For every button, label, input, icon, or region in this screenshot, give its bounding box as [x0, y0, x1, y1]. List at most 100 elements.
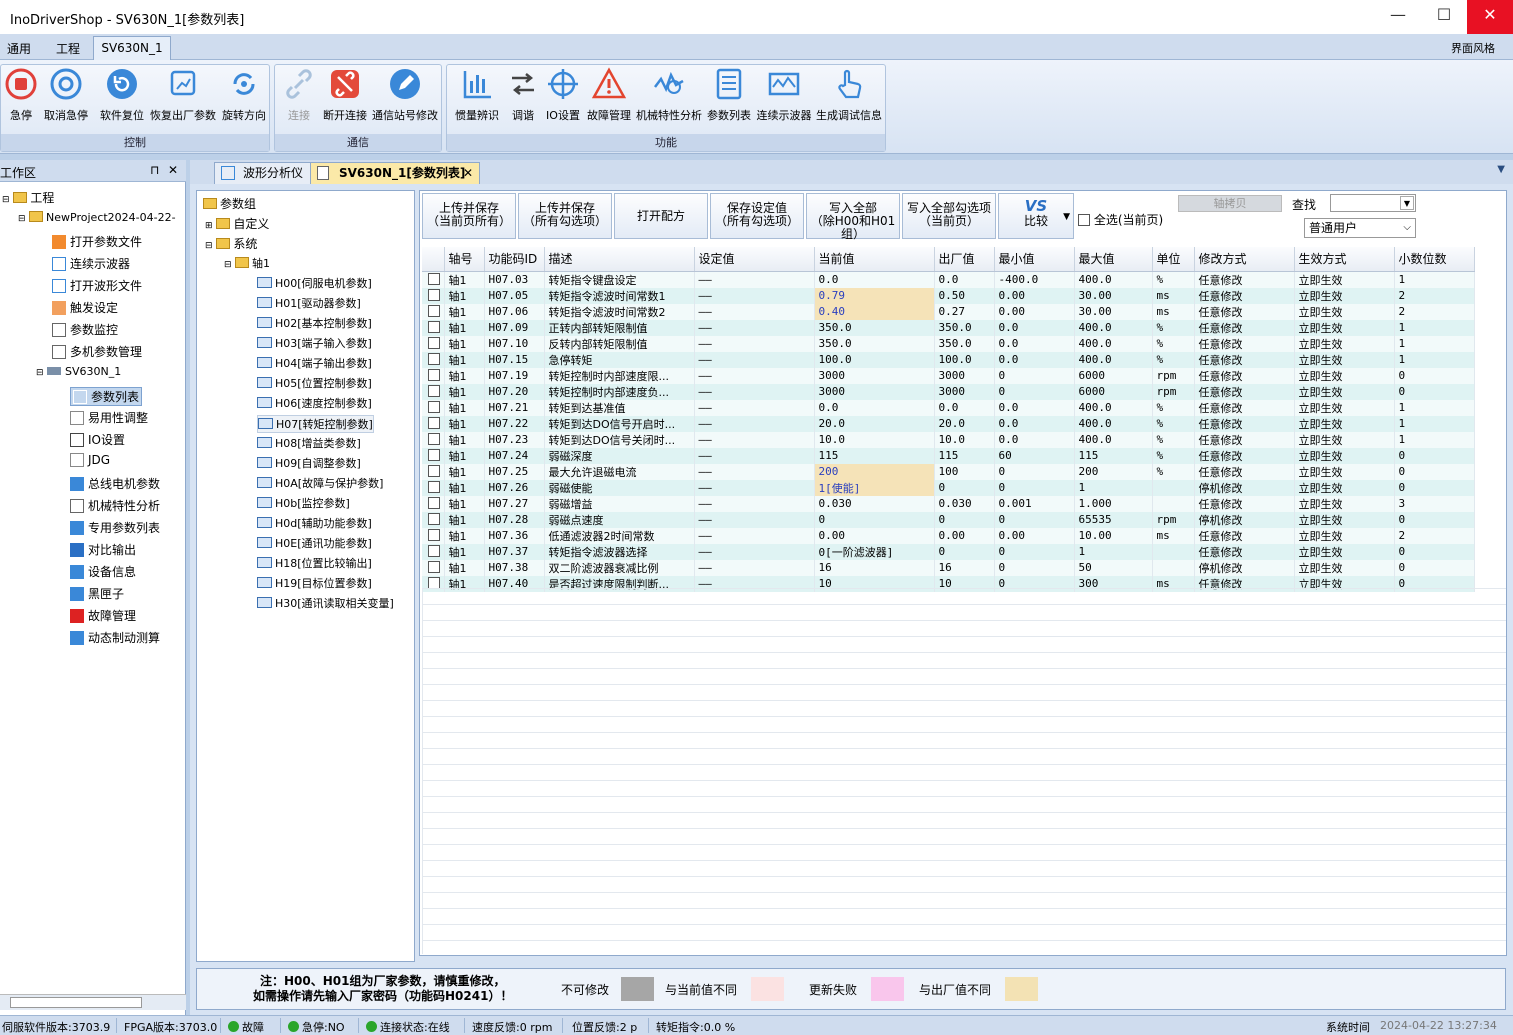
table-cell[interactable]: 0.00	[814, 527, 935, 544]
row-checkbox-cell[interactable]	[422, 559, 445, 576]
checkbox-icon[interactable]	[428, 321, 440, 333]
table-row[interactable]: 轴1 H07.21 转矩到达基准值 —— 0.0 0.0 0.0 400.0% 任意修改 立即生效…	[422, 399, 1475, 416]
table-row[interactable]: 轴1 H07.22 转矩到达DO信号开启时... —— 20.0 20.0 0.0 400.0…	[422, 415, 1475, 432]
checkbox-icon[interactable]	[428, 529, 440, 541]
tree-device-item[interactable]: JDG	[70, 453, 110, 467]
checkbox-icon[interactable]	[428, 305, 440, 317]
table-row[interactable]: 轴1 H07.15 急停转矩 —— 100.0 100.0 0.0 400.0% 任意修改 立即生…	[422, 351, 1475, 368]
tree-param-group[interactable]: H00[伺服电机参数]	[257, 275, 372, 291]
checkbox-icon[interactable]	[428, 369, 440, 381]
tree-item-scope[interactable]: 连续示波器	[52, 255, 130, 272]
table-row[interactable]: 轴1 H07.26 弱磁使能 —— 1[使能] 0 0 1 停机修改 立即生效 0	[422, 479, 1475, 496]
checkbox-icon[interactable]	[428, 497, 440, 509]
close-panel-icon[interactable]: ✕	[168, 163, 178, 177]
tree-param-group[interactable]: H18[位置比较输出]	[257, 555, 372, 571]
checkbox-icon[interactable]	[428, 417, 440, 429]
tree-device-item[interactable]: 易用性调整	[70, 409, 148, 426]
checkbox-icon[interactable]	[428, 401, 440, 413]
tree-param-group[interactable]: H09[自调整参数]	[257, 455, 361, 471]
table-cell[interactable]: 20.0	[814, 415, 935, 432]
column-header[interactable]: 单位	[1152, 247, 1195, 272]
continuous-scope-button[interactable]: 连续示波器	[755, 67, 813, 129]
row-checkbox-cell[interactable]	[422, 415, 445, 432]
tree-device-item[interactable]: IO设置	[70, 431, 125, 448]
column-header[interactable]: 生效方式	[1294, 247, 1395, 272]
horizontal-scrollbar[interactable]	[0, 994, 186, 1010]
tab-list-dropdown-icon[interactable]: ▼	[1497, 164, 1505, 175]
rotation-direction-button[interactable]: 旋转方向	[219, 67, 269, 129]
column-header[interactable]: 最小值	[994, 247, 1075, 272]
table-row[interactable]: 轴1 H07.09 正转内部转矩限制值 —— 350.0 350.0 0.0 400.0% 任意…	[422, 319, 1475, 336]
menu-project[interactable]: 工程	[56, 40, 80, 57]
table-cell[interactable]: 0.0	[814, 399, 935, 416]
tree-device-item[interactable]: 动态制动测算	[70, 629, 160, 646]
tree-param-group[interactable]: H07[转矩控制参数]	[257, 415, 374, 433]
table-cell[interactable]: 16	[814, 559, 935, 576]
param-list-button[interactable]: 参数列表	[705, 67, 753, 129]
checkbox-icon[interactable]	[428, 449, 440, 461]
tree-param-group[interactable]: H05[位置控制参数]	[257, 375, 372, 391]
table-row[interactable]: 轴1 H07.19 转矩控制时内部速度限... —— 3000 3000 0 6000 rpm 任…	[422, 367, 1475, 384]
row-checkbox-cell[interactable]	[422, 527, 445, 544]
mech-analysis-button[interactable]: 机械特性分析	[635, 67, 703, 129]
scrollbar-thumb[interactable]	[10, 997, 142, 1008]
tree-param-group[interactable]: H0b[监控参数]	[257, 495, 350, 511]
column-header[interactable]: 描述	[544, 247, 695, 272]
ui-style-menu[interactable]: 界面风格	[1451, 40, 1495, 56]
fault-manage-button[interactable]: 故障管理	[585, 67, 633, 129]
table-row[interactable]: 轴1 H07.28 弱磁点速度 —— 0 0 0 65535 rpm 停机修改 立即生效 0	[422, 511, 1475, 528]
table-row[interactable]: 轴1 H07.38 双二阶滤波器衰减比例 —— 16 16 0 50 停机修改 立即生效 0	[422, 559, 1475, 576]
user-level-select[interactable]: 普通用户 ⌵	[1304, 218, 1416, 238]
row-checkbox-cell[interactable]	[422, 383, 445, 400]
row-checkbox-cell[interactable]	[422, 495, 445, 512]
row-checkbox-cell[interactable]	[422, 543, 445, 560]
upload-save-checked-button[interactable]: 上传并保存 （所有勾选项）	[518, 193, 612, 239]
tree-device-item[interactable]: 设备信息	[70, 563, 136, 580]
tree-device-node[interactable]: ⊟ SV630N_1	[36, 365, 121, 378]
column-header[interactable]: 功能码ID	[484, 247, 545, 272]
table-cell[interactable]: 0.030	[814, 495, 935, 512]
table-row[interactable]: 轴1 H07.10 反转内部转矩限制值 —— 350.0 350.0 0.0 400.0% 任意…	[422, 335, 1475, 352]
table-row[interactable]: 轴1 H07.25 最大允许退磁电流 —— 200 100 0 200% 任意修改 立即生效 0	[422, 463, 1475, 480]
tree-item-open-param-file[interactable]: 打开参数文件	[52, 233, 142, 250]
tree-device-item[interactable]: 对比输出	[70, 541, 136, 558]
tab-param-list[interactable]: SV630N_1[参数列表] ✕	[310, 162, 480, 184]
tree-param-group[interactable]: H19[目标位置参数]	[257, 575, 372, 591]
row-checkbox-cell[interactable]	[422, 287, 445, 304]
row-checkbox-cell[interactable]	[422, 511, 445, 528]
checkbox-icon[interactable]	[428, 433, 440, 445]
inertia-id-button[interactable]: 惯量辨识	[451, 67, 503, 129]
software-reset-button[interactable]: 软件复位	[97, 67, 147, 129]
write-checked-button[interactable]: 写入全部勾选项 （当前页）	[902, 193, 996, 239]
table-row[interactable]: 轴1 H07.24 弱磁深度 —— 115 115 60 115% 任意修改 立即生效 0	[422, 447, 1475, 464]
debug-info-button[interactable]: 生成调试信息	[815, 67, 883, 129]
column-header[interactable]: 设定值	[694, 247, 815, 272]
row-checkbox-cell[interactable]	[422, 479, 445, 496]
tree-param-group[interactable]: H02[基本控制参数]	[257, 315, 372, 331]
row-checkbox-cell[interactable]	[422, 367, 445, 384]
checkbox-icon[interactable]	[428, 289, 440, 301]
table-row[interactable]: 轴1 H07.03 转矩指令键盘设定 —— 0.0 0.0 -400.0 400.0% 任意修改…	[422, 271, 1475, 288]
table-row[interactable]: 轴1 H07.05 转矩指令滤波时间常数1 —— 0.79 0.50 0.00 30.00 ms…	[422, 287, 1475, 304]
table-row[interactable]: 轴1 H07.20 转矩控制时内部速度负... —— 3000 3000 0 6000 rpm 任…	[422, 383, 1475, 400]
row-checkbox-cell[interactable]	[422, 431, 445, 448]
cancel-estop-button[interactable]: 取消急停	[41, 67, 91, 129]
row-checkbox-cell[interactable]	[422, 447, 445, 464]
tree-param-group[interactable]: H04[端子输出参数]	[257, 355, 372, 371]
checkbox-icon[interactable]	[428, 465, 440, 477]
close-window-button[interactable]: ✕	[1467, 0, 1513, 34]
tree-param-group[interactable]: H0A[故障与保护参数]	[257, 475, 383, 491]
table-cell[interactable]: 115	[814, 447, 935, 464]
minimize-button[interactable]: —	[1375, 0, 1421, 34]
io-setting-button[interactable]: IO设置	[543, 67, 583, 129]
tree-device-item[interactable]: 参数列表	[70, 387, 143, 406]
disconnect-button[interactable]: 断开连接	[321, 67, 369, 129]
table-cell[interactable]: 0.79	[814, 287, 935, 304]
connect-button[interactable]: 连接	[279, 67, 319, 129]
tree-param-group[interactable]: H08[增益类参数]	[257, 435, 361, 451]
tuning-button[interactable]: 调谐	[505, 67, 541, 129]
table-cell[interactable]: 0[一阶滤波器]	[814, 543, 935, 560]
tree-item-multi-param[interactable]: 多机参数管理	[52, 343, 142, 360]
tree-param-group[interactable]: H03[端子输入参数]	[257, 335, 372, 351]
estop-button[interactable]: 急停	[3, 67, 39, 129]
